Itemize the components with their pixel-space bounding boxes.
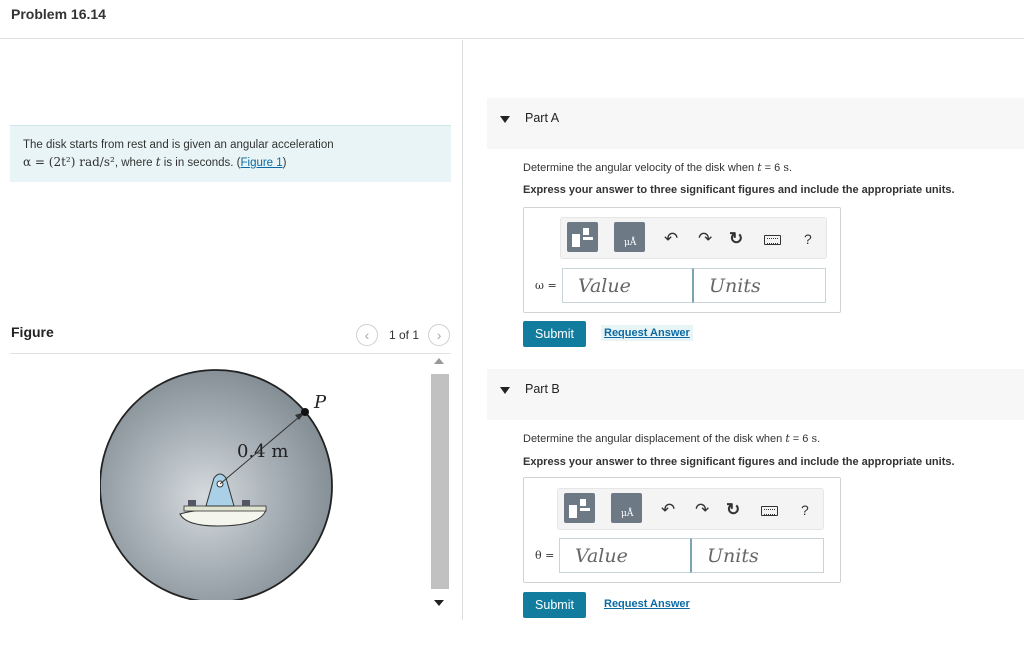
figure-counter: 1 of 1 bbox=[389, 328, 420, 342]
page-header: Problem 16.14 bbox=[0, 0, 1024, 39]
redo-icon[interactable]: ↷ bbox=[698, 229, 712, 249]
units-input[interactable]: Units bbox=[690, 538, 824, 573]
keyboard-icon[interactable] bbox=[761, 506, 778, 516]
point-label: P bbox=[313, 392, 327, 413]
problem-line2: α = (2t²) rad/s², where t is in seconds.… bbox=[23, 154, 451, 172]
part-b-label: Part B bbox=[525, 382, 560, 396]
scroll-thumb[interactable] bbox=[431, 374, 449, 589]
problem-line1: The disk starts from rest and is given a… bbox=[23, 139, 334, 151]
collapse-triangle-icon[interactable] bbox=[500, 116, 510, 123]
part-b-request-answer-link[interactable]: Request Answer bbox=[604, 598, 690, 610]
template-icon[interactable] bbox=[567, 222, 598, 252]
part-a-question-suffix: = 6 bbox=[761, 162, 784, 174]
bolt-right-icon bbox=[242, 500, 250, 506]
part-b-question-prefix: Determine the angular displacement of th… bbox=[523, 433, 786, 445]
collapse-triangle-icon[interactable] bbox=[500, 387, 510, 394]
close-paren: ) bbox=[282, 157, 287, 169]
part-a-math-toolbar: μÅ ↶ ↷ ↻ ? bbox=[560, 217, 827, 259]
value-input[interactable]: Value bbox=[559, 538, 691, 573]
template-icon[interactable] bbox=[564, 493, 595, 523]
scroll-up-icon[interactable] bbox=[434, 358, 444, 364]
problem-mid-text: , where bbox=[114, 157, 156, 169]
figure-navigation: ‹ 1 of 1 › bbox=[356, 324, 451, 346]
reset-icon[interactable]: ↻ bbox=[729, 229, 743, 249]
figure-link[interactable]: Figure 1 bbox=[240, 157, 282, 169]
symbol-template-icon[interactable]: μÅ bbox=[614, 222, 645, 252]
part-a-question-prefix: Determine the angular velocity of the di… bbox=[523, 162, 758, 174]
bolt-left-icon bbox=[188, 500, 196, 506]
scroll-down-icon[interactable] bbox=[434, 600, 444, 606]
part-a-request-answer-link[interactable]: Request Answer bbox=[601, 325, 693, 341]
part-b-instruction: Express your answer to three significant… bbox=[523, 456, 955, 468]
part-a-answer-box: μÅ ↶ ↷ ↻ ? ω = Value Units bbox=[523, 207, 841, 313]
part-b-question-suffix: = 6 bbox=[789, 433, 812, 445]
point-p-marker bbox=[301, 408, 309, 416]
prev-figure-button[interactable]: ‹ bbox=[356, 324, 378, 346]
figure-label: Figure bbox=[11, 324, 54, 340]
reset-icon[interactable]: ↻ bbox=[726, 500, 740, 520]
undo-icon[interactable]: ↶ bbox=[664, 229, 678, 249]
part-a-instruction: Express your answer to three significant… bbox=[523, 184, 955, 196]
alpha-expression: α = (2t²) rad/s² bbox=[23, 155, 115, 169]
part-b-question: Determine the angular displacement of th… bbox=[523, 432, 820, 445]
redo-icon[interactable]: ↷ bbox=[695, 500, 709, 520]
undo-icon[interactable]: ↶ bbox=[661, 500, 675, 520]
support-plate bbox=[183, 505, 267, 512]
part-b-answer-box: μÅ ↶ ↷ ↻ ? θ = Value Units bbox=[523, 477, 841, 583]
part-b-question-end: . bbox=[817, 433, 821, 445]
column-divider bbox=[462, 40, 463, 620]
figure-divider bbox=[10, 353, 451, 354]
part-b-math-toolbar: μÅ ↶ ↷ ↻ ? bbox=[557, 488, 824, 530]
problem-statement: The disk starts from rest and is given a… bbox=[10, 125, 451, 182]
value-input[interactable]: Value bbox=[562, 268, 693, 303]
part-a-question: Determine the angular velocity of the di… bbox=[523, 161, 792, 174]
disk-figure: 0.4 m P bbox=[100, 369, 333, 600]
figure-scrollbar[interactable] bbox=[430, 356, 450, 612]
part-a-header[interactable]: Part A bbox=[487, 98, 1024, 149]
part-b-submit-button[interactable]: Submit bbox=[523, 592, 586, 618]
part-a-question-end: . bbox=[788, 162, 793, 174]
symbol-template-icon[interactable]: μÅ bbox=[611, 493, 642, 523]
keyboard-icon[interactable] bbox=[764, 235, 781, 245]
next-figure-button[interactable]: › bbox=[428, 324, 451, 346]
theta-label: θ = bbox=[535, 549, 555, 562]
units-input[interactable]: Units bbox=[692, 268, 826, 303]
problem-tail-text: is in seconds. ( bbox=[160, 157, 241, 169]
radius-label: 0.4 m bbox=[237, 441, 288, 462]
page-title: Problem 16.14 bbox=[11, 6, 106, 22]
part-a-label: Part A bbox=[525, 111, 560, 125]
help-icon[interactable]: ? bbox=[801, 502, 809, 518]
part-b-header[interactable]: Part B bbox=[487, 369, 1024, 420]
help-icon[interactable]: ? bbox=[804, 231, 812, 247]
omega-label: ω = bbox=[535, 279, 557, 292]
part-a-submit-button[interactable]: Submit bbox=[523, 321, 586, 347]
